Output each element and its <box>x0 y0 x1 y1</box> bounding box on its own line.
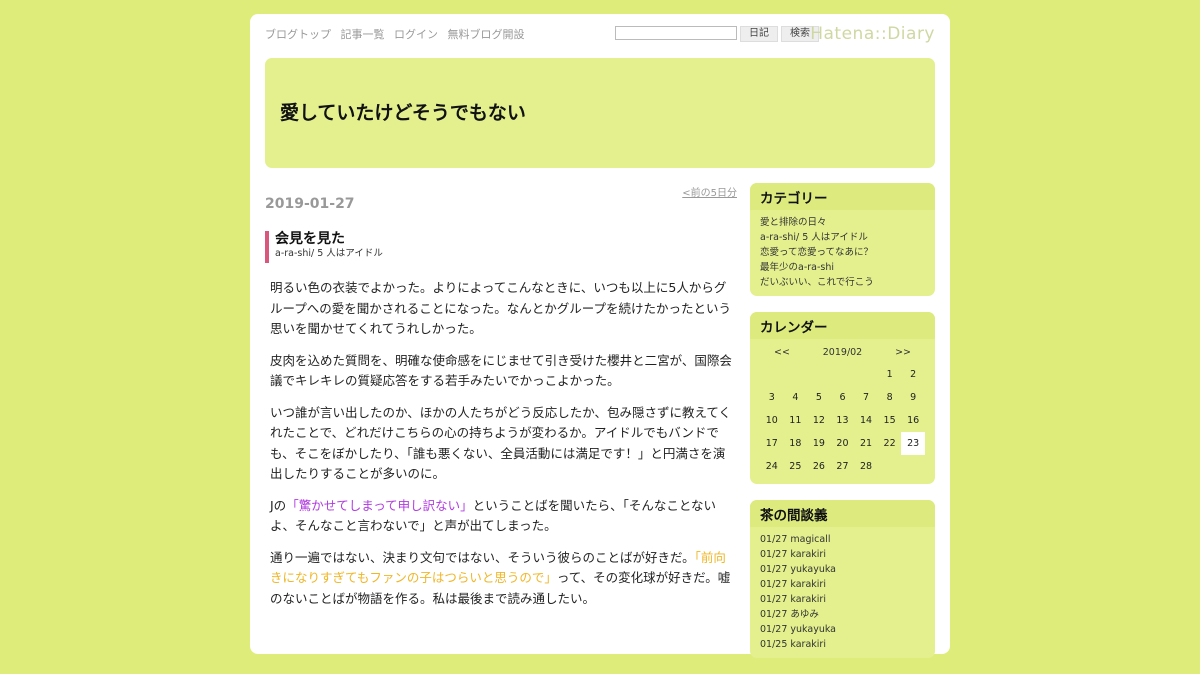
paragraph: 明るい色の衣装でよかった。よりによってこんなときに、いつも以上に5人からグループ… <box>270 280 732 336</box>
page-container: ブログトップ 記事一覧 ログイン 無料ブログ開設 日記 検索 Hatena::D… <box>250 14 950 658</box>
calendar-day[interactable]: 18 <box>784 432 808 455</box>
calendar-module: カレンダー << 2019/02 >> 1 2 3 4 5 6 7 8 9 10 11 12 13 14 1… <box>750 312 935 484</box>
paragraph: いつ誰が言い出したのか、ほかの人たちがどう反応したか、包み隠さずに教えてくれたこ… <box>270 404 732 482</box>
calendar-day[interactable]: 3 <box>760 386 784 409</box>
calendar-day[interactable]: 23 <box>901 432 925 455</box>
calendar-empty <box>831 363 855 386</box>
calendar-empty <box>878 455 902 478</box>
categories-module: カテゴリー 愛と排除の日々 a-ra-shi/ 5 人はアイドル 恋愛って恋愛っ… <box>750 183 935 296</box>
quote-purple: 「驚かせてしまって申し訳ない」 <box>286 497 473 513</box>
calendar-day[interactable]: 14 <box>854 409 878 432</box>
calendar-day[interactable]: 22 <box>878 432 902 455</box>
calendar-nav: << 2019/02 >> <box>760 343 925 363</box>
category-item[interactable]: 最年少のa-ra-shi <box>760 260 925 275</box>
calendar-week: 17 18 19 20 21 22 23 <box>760 432 925 455</box>
paragraph-text: 通り一遍ではない、決まり文句ではない、そういう彼らのことばが好きだ。 <box>270 549 695 565</box>
calendar-day[interactable]: 17 <box>760 432 784 455</box>
calendar-month[interactable]: 2019/02 <box>823 343 862 363</box>
calendar-day[interactable]: 28 <box>854 455 878 478</box>
calendar-empty <box>760 363 784 386</box>
calendar-week: 24 25 26 27 28 <box>760 455 925 478</box>
comment-item[interactable]: 01/27 karakiri <box>760 547 925 562</box>
paragraph: 通り一遍ではない、決まり文句ではない、そういう彼らのことばが好きだ。「前向きにな… <box>270 548 735 610</box>
comment-item[interactable]: 01/25 karakiri <box>760 637 925 652</box>
comments-title: 茶の間談義 <box>750 500 935 527</box>
calendar-day[interactable]: 27 <box>831 455 855 478</box>
calendar-week: 12 <box>760 363 925 386</box>
blog-title[interactable]: 愛していたけどそうでもない <box>280 98 526 125</box>
calendar-day[interactable]: 4 <box>784 386 808 409</box>
sidebar: カテゴリー 愛と排除の日々 a-ra-shi/ 5 人はアイドル 恋愛って恋愛っ… <box>750 183 935 674</box>
prev-entries-link[interactable]: <前の5日分 <box>682 184 737 199</box>
calendar-day[interactable]: 24 <box>760 455 784 478</box>
calendar-empty <box>901 455 925 478</box>
entry-date[interactable]: 2019-01-27 <box>265 196 355 212</box>
paragraph: 皮肉を込めた質問を、明確な使命感をにじませて引き受けた櫻井と二宮が、国際会議でキ… <box>270 352 732 389</box>
nav-blog-top[interactable]: ブログトップ <box>265 28 331 41</box>
calendar-day[interactable]: 25 <box>784 455 808 478</box>
comment-item[interactable]: 01/27 magicall <box>760 532 925 547</box>
comment-item[interactable]: 01/27 あゆみ <box>760 607 925 622</box>
calendar-day[interactable]: 15 <box>878 409 902 432</box>
comment-item[interactable]: 01/27 karakiri <box>760 577 925 592</box>
comments-module: 茶の間談義 01/27 magicall 01/27 karakiri 01/2… <box>750 500 935 658</box>
category-item[interactable]: だいぶいい、これで行こう <box>760 275 925 290</box>
calendar-week: 10 11 12 13 14 15 16 <box>760 409 925 432</box>
calendar-day[interactable]: 8 <box>878 386 902 409</box>
categories-title: カテゴリー <box>750 183 935 210</box>
hatena-diary-logo[interactable]: Hatena::Diary <box>810 24 935 44</box>
entry-body: 明るい色の衣装でよかった。よりによってこんなときに、いつも以上に5人からグループ… <box>270 278 735 620</box>
category-item[interactable]: a-ra-shi/ 5 人はアイドル <box>760 230 925 245</box>
calendar-next[interactable]: >> <box>895 343 911 363</box>
category-item[interactable]: 恋愛って恋愛ってなあに？ <box>760 245 925 260</box>
entry-title[interactable]: 会見を見た <box>275 231 383 248</box>
calendar: << 2019/02 >> 1 2 3 4 5 6 7 8 9 10 11 12 13 14 15 16 17 1… <box>750 339 935 484</box>
search-input[interactable] <box>615 26 737 40</box>
diary-button[interactable]: 日記 <box>740 26 778 42</box>
calendar-day[interactable]: 6 <box>831 386 855 409</box>
calendar-grid: 1 2 3 4 5 6 7 8 9 10 11 12 13 14 15 16 17 18 19 20 21 22 23 24 2… <box>760 363 925 478</box>
calendar-empty <box>784 363 808 386</box>
calendar-day[interactable]: 13 <box>831 409 855 432</box>
search-form: 日記 検索 <box>615 26 819 42</box>
calendar-empty <box>854 363 878 386</box>
nav-create-blog[interactable]: 無料ブログ開設 <box>448 28 525 41</box>
comments-list: 01/27 magicall 01/27 karakiri 01/27 yuka… <box>750 527 935 658</box>
entry-header: 会見を見た a-ra-shi/ 5 人はアイドル <box>265 231 383 263</box>
calendar-day[interactable]: 10 <box>760 409 784 432</box>
nav-article-list[interactable]: 記事一覧 <box>341 28 385 41</box>
top-nav: ブログトップ 記事一覧 ログイン 無料ブログ開設 <box>265 26 531 42</box>
calendar-day[interactable]: 12 <box>807 409 831 432</box>
top-bar: ブログトップ 記事一覧 ログイン 無料ブログ開設 日記 検索 Hatena::D… <box>265 24 935 46</box>
comment-item[interactable]: 01/27 karakiri <box>760 592 925 607</box>
calendar-day[interactable]: 20 <box>831 432 855 455</box>
category-item[interactable]: 愛と排除の日々 <box>760 215 925 230</box>
calendar-title: カレンダー <box>750 312 935 339</box>
nav-login[interactable]: ログイン <box>394 28 438 41</box>
calendar-empty <box>807 363 831 386</box>
calendar-day[interactable]: 26 <box>807 455 831 478</box>
blog-header: 愛していたけどそうでもない <box>265 58 935 168</box>
comment-item[interactable]: 01/27 yukayuka <box>760 562 925 577</box>
paragraph: Jの「驚かせてしまって申し訳ない」ということばを聞いたら、「そんなことないよ、そ… <box>270 496 735 537</box>
calendar-day[interactable]: 5 <box>807 386 831 409</box>
calendar-day[interactable]: 16 <box>901 409 925 432</box>
calendar-week: 3456789 <box>760 386 925 409</box>
calendar-day[interactable]: 11 <box>784 409 808 432</box>
calendar-day[interactable]: 1 <box>878 363 902 386</box>
calendar-day[interactable]: 9 <box>901 386 925 409</box>
calendar-day[interactable]: 2 <box>901 363 925 386</box>
calendar-day[interactable]: 21 <box>854 432 878 455</box>
calendar-prev[interactable]: << <box>774 343 790 363</box>
paragraph-text: Jの <box>270 497 287 513</box>
categories-list: 愛と排除の日々 a-ra-shi/ 5 人はアイドル 恋愛って恋愛ってなあに？ … <box>750 210 935 296</box>
calendar-day[interactable]: 19 <box>807 432 831 455</box>
calendar-day[interactable]: 7 <box>854 386 878 409</box>
entry-category[interactable]: a-ra-shi/ 5 人はアイドル <box>275 248 383 260</box>
